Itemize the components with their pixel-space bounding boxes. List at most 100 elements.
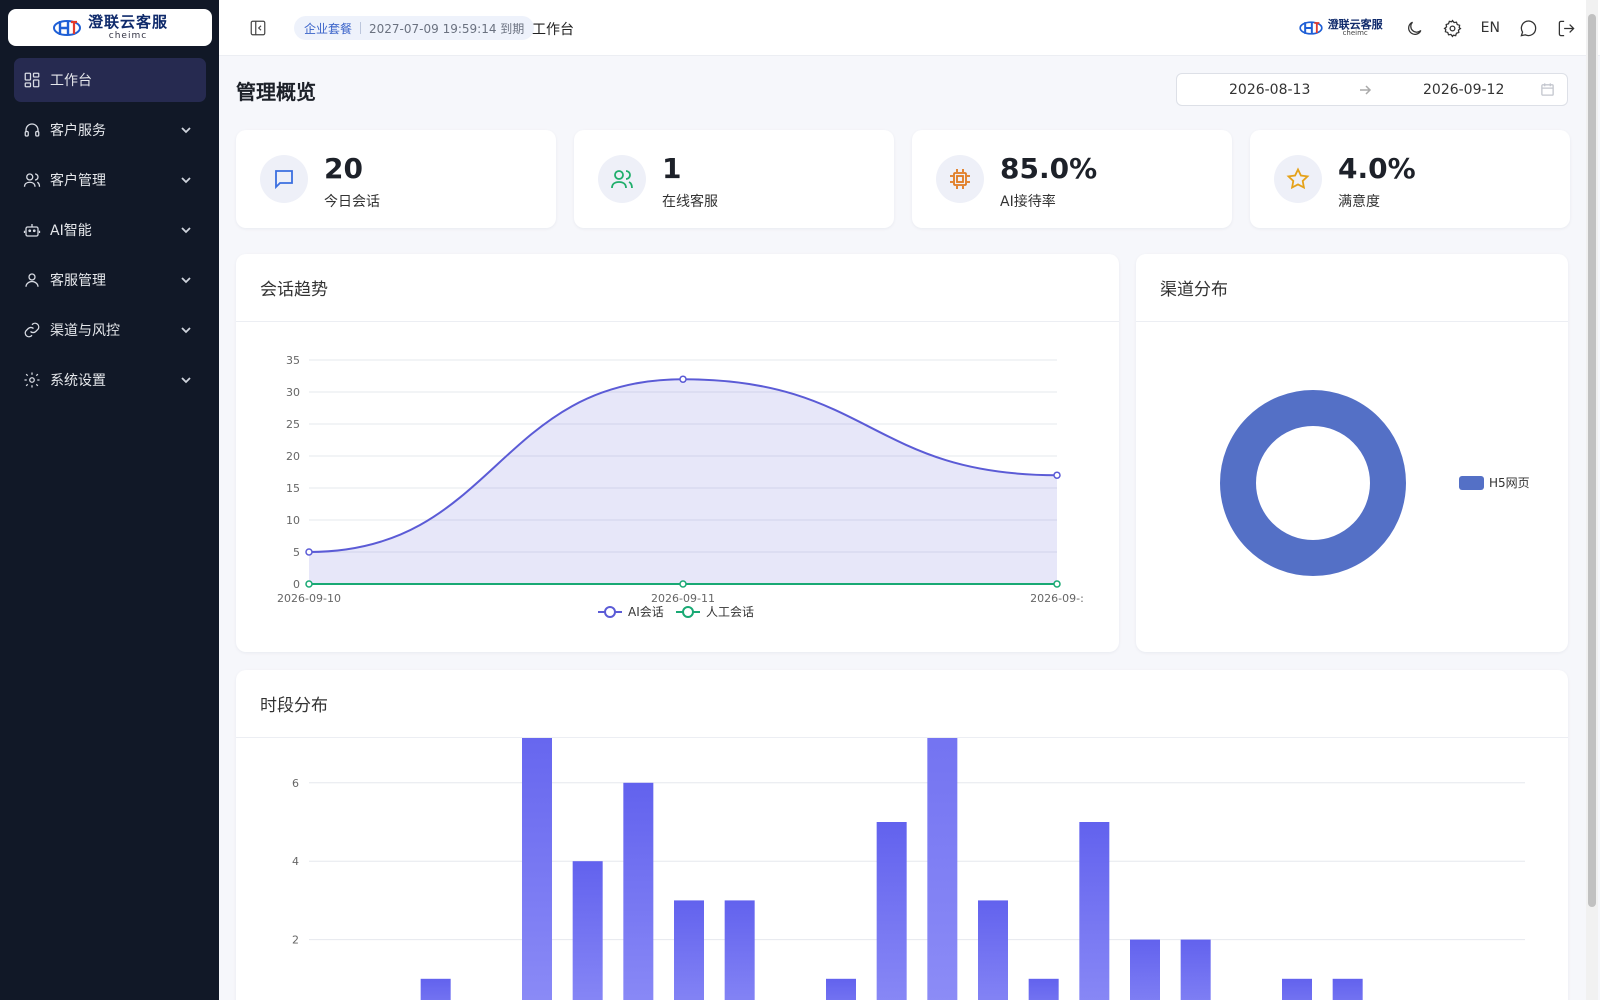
sidebar-item-label: 系统设置 [50, 373, 106, 389]
date-end[interactable]: 2026-09-12 [1423, 82, 1504, 98]
stat-card-online-agents: 1 在线客服 [574, 130, 894, 228]
user-icon [23, 271, 41, 289]
moon-icon[interactable] [1405, 18, 1425, 38]
stat-card-satisfaction: 4.0% 满意度 [1250, 130, 1570, 228]
star-icon [1274, 155, 1322, 203]
panel-title: 渠道分布 [1136, 254, 1568, 322]
y-tick-label: 0 [293, 578, 300, 591]
sidebar-item-customer-management[interactable]: 客户管理 [14, 158, 206, 202]
bar [1332, 978, 1363, 1000]
y-tick-label: 10 [286, 514, 300, 527]
bot-icon [23, 221, 41, 239]
breadcrumb[interactable]: 工作台 [532, 19, 574, 39]
topbar-actions: 澄联云客服 cheimc EN [1298, 14, 1576, 42]
stat-value: 85.0% [1000, 152, 1098, 185]
legend-label: 人工会话 [706, 605, 754, 619]
date-range-picker[interactable]: 2026-08-13 2026-09-12 [1176, 73, 1568, 106]
bar [978, 900, 1008, 1000]
stat-value: 1 [662, 152, 682, 185]
data-point [679, 375, 687, 383]
sidebar-item-dashboard[interactable]: 工作台 [14, 58, 206, 102]
data-point [1053, 471, 1061, 479]
date-start[interactable]: 2026-08-13 [1229, 82, 1310, 98]
logout-icon[interactable] [1556, 18, 1576, 38]
sidebar-item-label: 渠道与风控 [50, 323, 120, 339]
link-icon [23, 321, 41, 339]
bar [1028, 978, 1059, 1000]
stat-label: 在线客服 [662, 194, 718, 210]
dashboard-icon [23, 71, 41, 89]
hourly-panel: 时段分布 24681012 [236, 670, 1568, 1000]
stat-label: AI接待率 [1000, 194, 1056, 210]
bar [876, 822, 907, 1000]
bar [724, 900, 755, 1000]
bar [522, 738, 552, 1000]
legend-swatch [1459, 476, 1484, 490]
headset-icon [23, 121, 41, 139]
data-point [1053, 580, 1061, 588]
sidebar-item-ai[interactable]: AI智能 [14, 208, 206, 252]
stat-card-ai-rate: 85.0% AI接待率 [912, 130, 1232, 228]
bar [826, 978, 856, 1000]
bar [674, 900, 704, 1000]
y-tick-label: 5 [293, 546, 300, 559]
hourly-chart: 24681012 [292, 738, 1525, 1000]
bar [420, 978, 451, 1000]
chat-icon[interactable] [1518, 18, 1538, 38]
page-scrollbar[interactable] [1586, 0, 1598, 1000]
channel-chart: H5网页 [1220, 390, 1530, 576]
y-tick-label: 4 [292, 855, 299, 868]
users-icon [598, 155, 646, 203]
y-tick-label: 2 [292, 934, 299, 947]
gear-icon[interactable] [1443, 18, 1463, 38]
sidebar-item-customer-service[interactable]: 客户服务 [14, 108, 206, 152]
panel-title: 时段分布 [236, 670, 1568, 738]
brand-name-en: cheimc [1342, 29, 1368, 37]
page-title: 管理概览 [236, 80, 316, 104]
x-tick-label: 2026-09-11 [651, 592, 715, 605]
y-tick-label: 15 [286, 482, 300, 495]
bar [623, 782, 654, 1000]
chevron-down-icon [180, 374, 192, 386]
plan-expiry: 2027-07-09 19:59:14 到期 [369, 21, 525, 36]
message-icon [260, 155, 308, 203]
stat-label: 满意度 [1338, 194, 1380, 210]
sidebar-item-system-settings[interactable]: 系统设置 [14, 358, 206, 402]
stat-value: 20 [324, 152, 363, 185]
brand-logo-mark-icon [1299, 21, 1323, 35]
bar [1282, 978, 1312, 1000]
plan-badge: 企业套餐 2027-07-09 19:59:14 到期 [294, 16, 535, 40]
legend-label: AI会话 [628, 605, 664, 619]
sidebar-collapse-icon[interactable] [249, 19, 267, 37]
y-tick-label: 6 [292, 777, 299, 790]
data-point [305, 548, 313, 556]
chevron-down-icon [180, 224, 192, 236]
chevron-down-icon [180, 274, 192, 286]
plan-divider [360, 22, 362, 34]
sidebar-item-label: 客服管理 [50, 273, 106, 289]
channel-panel: 渠道分布 H5网页 [1136, 254, 1568, 652]
topbar: 企业套餐 2027-07-09 19:59:14 到期 工作台 澄联云客服 ch… [219, 0, 1600, 56]
brand-logo[interactable]: 澄联云客服 cheimc [8, 9, 212, 46]
chevron-down-icon [180, 124, 192, 136]
gear-icon [23, 371, 41, 389]
stat-value: 4.0% [1338, 152, 1416, 185]
y-tick-label: 25 [286, 418, 300, 431]
sidebar: 澄联云客服 cheimc 工作台 客户服务 客户管理 AI智能 客服管理 渠道与… [0, 0, 219, 1000]
y-tick-label: 30 [286, 386, 300, 399]
language-toggle[interactable]: EN [1481, 20, 1500, 36]
sidebar-item-label: 客户服务 [50, 123, 106, 139]
sidebar-item-channels-risk[interactable]: 渠道与风控 [14, 308, 206, 352]
data-point [679, 580, 687, 588]
x-tick-label: 2026-09-: [1030, 592, 1084, 605]
chip-icon [936, 155, 984, 203]
bar [1130, 939, 1160, 1000]
series-area [309, 379, 1057, 584]
scrollbar-thumb[interactable] [1588, 14, 1596, 907]
sidebar-item-agent-management[interactable]: 客服管理 [14, 258, 206, 302]
legend-label: H5网页 [1489, 476, 1530, 490]
chevron-down-icon [180, 324, 192, 336]
sidebar-menu: 工作台 客户服务 客户管理 AI智能 客服管理 渠道与风控 系统设置 [14, 58, 206, 408]
brand-name-en: cheimc [108, 30, 148, 41]
x-tick-label: 2026-09-10 [277, 592, 341, 605]
